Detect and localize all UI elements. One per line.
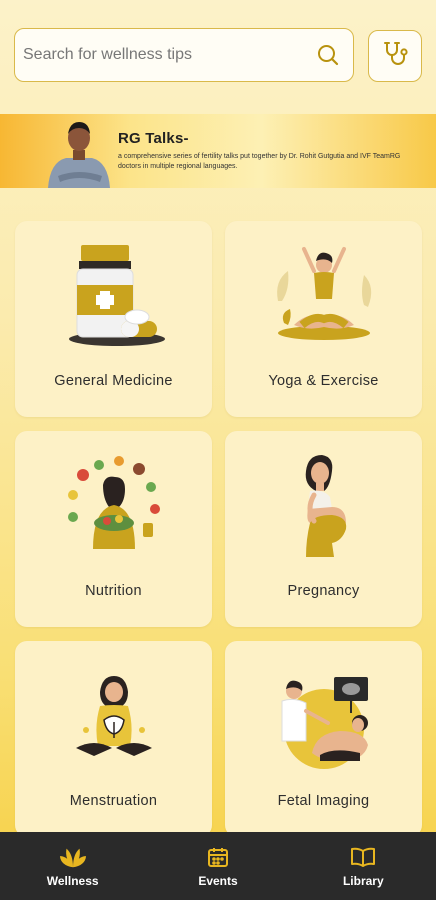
search-input[interactable] — [23, 46, 315, 64]
nav-item-wellness[interactable]: Wellness — [0, 832, 145, 900]
nav-label: Library — [342, 874, 384, 888]
nav-label: Events — [198, 874, 238, 888]
bottom-navigation: Wellness Events Library — [0, 832, 436, 900]
banner-subtitle: a comprehensive series of fertility talk… — [118, 153, 401, 170]
category-label: Pregnancy — [287, 583, 360, 599]
category-card-fetal-imaging[interactable]: Fetal Imaging — [225, 641, 422, 837]
nav-item-library[interactable]: Library — [291, 832, 436, 900]
search-icon[interactable] — [315, 42, 341, 68]
nav-label: Wellness — [46, 874, 99, 888]
nutrition-icon — [15, 431, 212, 581]
doctor-consult-button[interactable] — [368, 30, 422, 82]
yoga-icon — [225, 221, 422, 371]
search-bar[interactable] — [14, 28, 354, 82]
nav-item-events[interactable]: Events — [145, 832, 290, 900]
ultrasound-icon — [225, 641, 422, 791]
doctor-portrait — [44, 114, 114, 188]
rg-talks-banner[interactable]: RG Talks- a comprehensive series of fert… — [0, 114, 436, 188]
medicine-bottle-icon — [15, 221, 212, 371]
category-label: General Medicine — [54, 373, 173, 389]
pregnancy-icon — [225, 431, 422, 581]
category-label: Fetal Imaging — [277, 793, 370, 809]
category-label: Nutrition — [85, 583, 142, 599]
category-card-menstruation[interactable]: Menstruation — [15, 641, 212, 837]
category-card-pregnancy[interactable]: Pregnancy — [225, 431, 422, 627]
category-label: Menstruation — [69, 793, 158, 809]
wellness-leaf-icon — [59, 844, 87, 870]
menstruation-icon — [15, 641, 212, 791]
calendar-icon — [204, 844, 232, 870]
category-label: Yoga & Exercise — [268, 373, 379, 389]
banner-title: RG Talks- — [118, 130, 189, 147]
category-card-nutrition[interactable]: Nutrition — [15, 431, 212, 627]
book-icon — [349, 844, 377, 870]
stethoscope-icon — [380, 39, 410, 74]
category-card-yoga-exercise[interactable]: Yoga & Exercise — [225, 221, 422, 417]
category-card-general-medicine[interactable]: General Medicine — [15, 221, 212, 417]
